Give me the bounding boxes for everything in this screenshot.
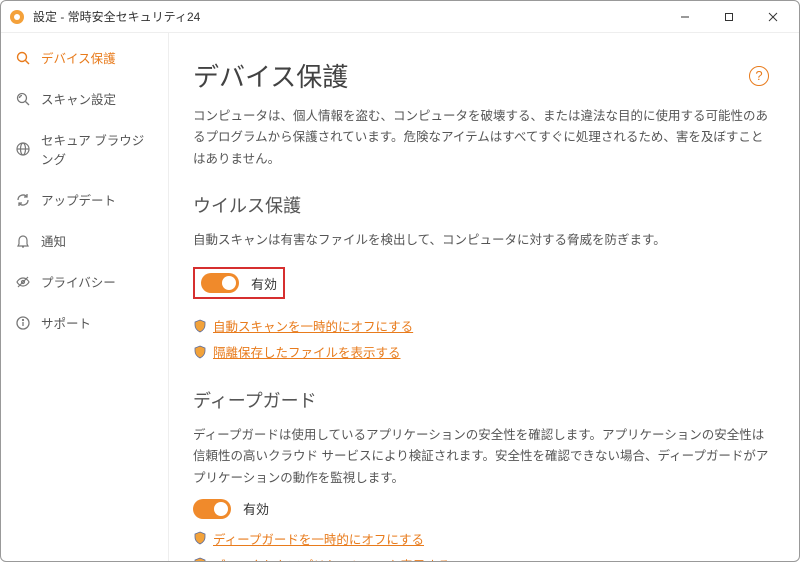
refresh-icon — [15, 192, 31, 208]
sidebar-item-label: プライバシー — [41, 272, 116, 291]
close-button[interactable] — [751, 3, 795, 31]
section-deepguard: ディープガード ディープガードは使用しているアプリケーションの安全性を確認します… — [193, 387, 769, 561]
sidebar-item-label: サポート — [41, 313, 91, 332]
deepguard-toggle-row: 有効 — [193, 499, 769, 519]
sidebar-item-label: スキャン設定 — [41, 89, 116, 108]
section-virus-protection: ウイルス保護 自動スキャンは有害なファイルを検出して、コンピュータに対する脅威を… — [193, 192, 769, 361]
window-title: 設定 - 常時安全セキュリティ24 — [33, 8, 663, 25]
content-header: デバイス保護 ? — [193, 57, 769, 94]
sidebar-item-device-protection[interactable]: デバイス保護 — [1, 37, 168, 78]
sidebar-item-label: 通知 — [41, 231, 66, 250]
virus-toggle[interactable] — [201, 273, 239, 293]
app-icon — [9, 9, 25, 25]
sidebar-item-scan-settings[interactable]: スキャン設定 — [1, 78, 168, 119]
page-title: デバイス保護 — [193, 57, 348, 94]
window-controls — [663, 3, 795, 31]
deepguard-heading: ディープガード — [193, 387, 769, 413]
deepguard-link-row-1: ディープガードを一時的にオフにする — [193, 529, 769, 548]
virus-link-row-2: 隔離保存したファイルを表示する — [193, 342, 769, 361]
sidebar-item-secure-browsing[interactable]: セキュア ブラウジング — [1, 119, 168, 179]
page-intro: コンピュータは、個人情報を盗む、コンピュータを破壊する、または違法な目的に使用す… — [193, 106, 769, 170]
help-icon[interactable]: ? — [749, 66, 769, 86]
link-show-quarantine[interactable]: 隔離保存したファイルを表示する — [213, 342, 401, 361]
minimize-button[interactable] — [663, 3, 707, 31]
sidebar-item-notifications[interactable]: 通知 — [1, 220, 168, 261]
virus-heading: ウイルス保護 — [193, 192, 769, 218]
globe-icon — [15, 141, 31, 157]
shield-icon — [193, 531, 207, 545]
scan-icon — [15, 91, 31, 107]
deepguard-link-row-2: ブロックしたアプリケーションを表示する — [193, 555, 769, 561]
body: デバイス保護 スキャン設定 セキュア ブラウジング アップデート — [1, 33, 799, 561]
virus-toggle-row: 有効 — [193, 267, 285, 299]
maximize-button[interactable] — [707, 3, 751, 31]
magnifier-shield-icon — [15, 50, 31, 66]
shield-icon — [193, 557, 207, 561]
link-disable-deepguard[interactable]: ディープガードを一時的にオフにする — [213, 529, 424, 548]
sidebar-item-label: セキュア ブラウジング — [41, 130, 154, 168]
virus-toggle-label: 有効 — [251, 274, 277, 293]
sidebar-item-support[interactable]: サポート — [1, 302, 168, 343]
deepguard-toggle[interactable] — [193, 499, 231, 519]
shield-icon — [193, 319, 207, 333]
sidebar-item-label: アップデート — [41, 190, 116, 209]
deepguard-toggle-label: 有効 — [243, 499, 269, 518]
titlebar: 設定 - 常時安全セキュリティ24 — [1, 1, 799, 33]
bell-icon — [15, 233, 31, 249]
sidebar-item-label: デバイス保護 — [41, 48, 116, 67]
content-area: デバイス保護 ? コンピュータは、個人情報を盗む、コンピュータを破壊する、または… — [169, 33, 799, 561]
eye-off-icon — [15, 274, 31, 290]
virus-link-row-1: 自動スキャンを一時的にオフにする — [193, 316, 769, 335]
shield-icon — [193, 345, 207, 359]
info-icon — [15, 315, 31, 331]
sidebar-item-update[interactable]: アップデート — [1, 179, 168, 220]
app-window: 設定 - 常時安全セキュリティ24 デバイス保護 — [0, 0, 800, 562]
virus-desc: 自動スキャンは有害なファイルを検出して、コンピュータに対する脅威を防ぎます。 — [193, 230, 769, 251]
link-disable-autoscan[interactable]: 自動スキャンを一時的にオフにする — [213, 316, 413, 335]
sidebar-item-privacy[interactable]: プライバシー — [1, 261, 168, 302]
deepguard-desc: ディープガードは使用しているアプリケーションの安全性を確認します。アプリケーショ… — [193, 425, 769, 489]
link-show-blocked-apps[interactable]: ブロックしたアプリケーションを表示する — [213, 555, 450, 561]
sidebar: デバイス保護 スキャン設定 セキュア ブラウジング アップデート — [1, 33, 169, 561]
